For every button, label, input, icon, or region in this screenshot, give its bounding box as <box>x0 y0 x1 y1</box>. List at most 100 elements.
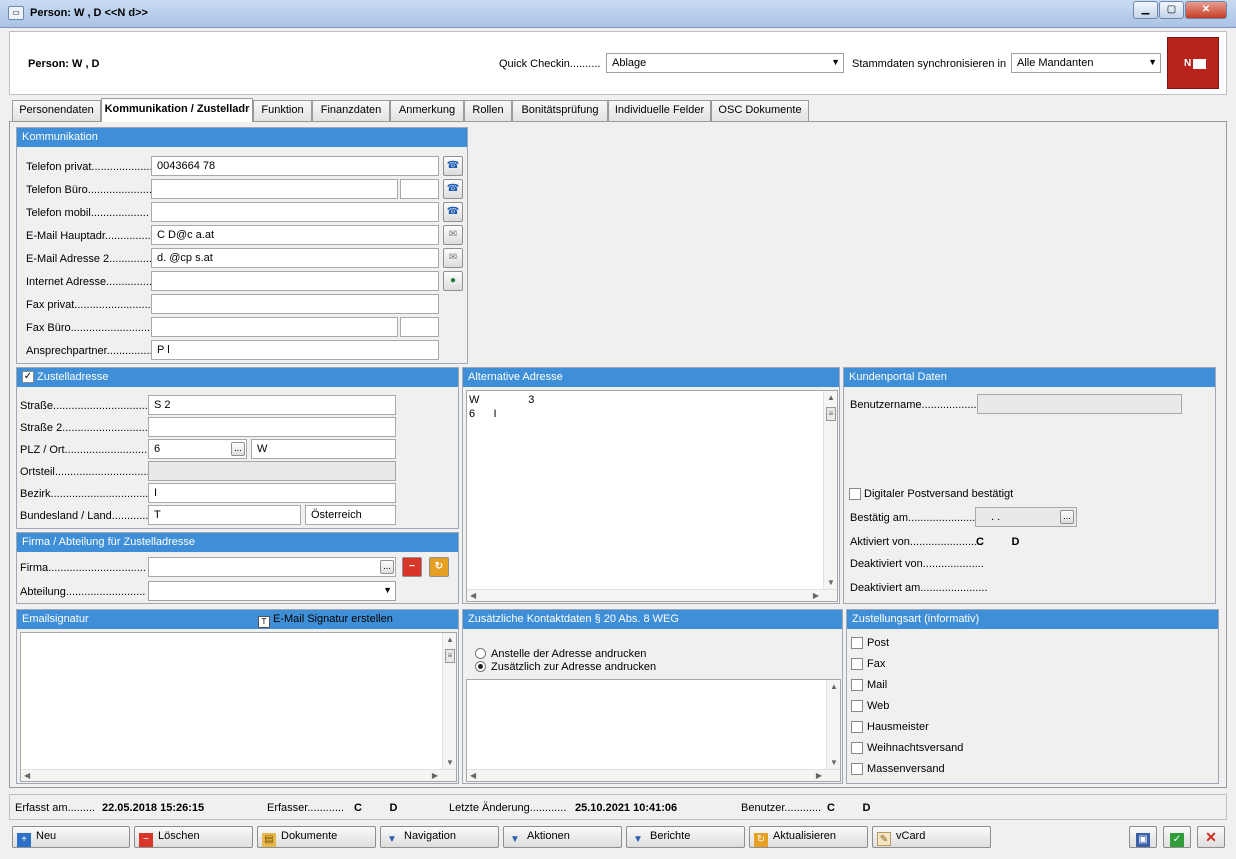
anstelle-radio[interactable] <box>475 648 486 659</box>
chevron-down-icon: ▼ <box>633 834 643 845</box>
telefon-privat-input[interactable]: 0043664 78 <box>151 156 439 176</box>
mail-icon[interactable]: ✉ <box>443 225 463 245</box>
plz-lookup-button[interactable]: ... <box>231 442 245 456</box>
maximize-button[interactable]: ▢ <box>1159 1 1184 19</box>
zusaetzlich-radio[interactable] <box>475 661 486 672</box>
bundesland-input[interactable]: T <box>148 505 301 525</box>
create-signature-button[interactable]: T E-Mail Signatur erstellen <box>258 613 393 628</box>
fax-buero-extension-input[interactable] <box>400 317 439 337</box>
tab-personendaten[interactable]: Personendaten <box>12 100 101 121</box>
tab-funktion[interactable]: Funktion <box>253 100 312 121</box>
minimize-button[interactable]: ▁ <box>1133 1 1158 19</box>
navigation-label: Navigation <box>404 830 456 842</box>
mail-checkbox[interactable] <box>851 679 863 691</box>
create-signature-label: E-Mail Signatur erstellen <box>273 613 393 625</box>
horizontal-scrollbar[interactable]: ◀ ▶ <box>21 769 456 781</box>
emailsignatur-textarea[interactable]: ▲ ≡ ▼ ◀ ▶ <box>20 632 457 782</box>
globe-icon[interactable]: ● <box>443 271 463 291</box>
chevron-down-icon: ▼ <box>387 834 397 845</box>
ortsteil-input[interactable] <box>148 461 396 481</box>
tab-bonitaetspruefung[interactable]: Bonitätsprüfung <box>512 100 608 121</box>
ok-button[interactable]: ✓ <box>1163 826 1191 848</box>
telefon-mobil-input[interactable] <box>151 202 439 222</box>
aktualisieren-button[interactable]: ↻ Aktualisieren <box>749 826 868 848</box>
dokumente-button[interactable]: ▤ Dokumente <box>257 826 376 848</box>
quick-checkin-select[interactable]: Ablage ▼ <box>606 53 844 73</box>
telefon-buero-extension-input[interactable] <box>400 179 439 199</box>
benutzername-input[interactable] <box>977 394 1182 414</box>
internet-adresse-label: Internet Adresse............... <box>26 276 152 288</box>
weihnachtsversand-checkbox[interactable] <box>851 742 863 754</box>
vertical-scrollbar[interactable]: ▲ ▼ <box>826 680 840 769</box>
mail-label: Mail <box>867 679 888 691</box>
emailsignatur-panel: Emailsignatur T E-Mail Signatur erstellen… <box>16 609 459 784</box>
bestaetig-am-label: Bestätig am......................... <box>850 512 985 524</box>
hausmeister-checkbox[interactable] <box>851 721 863 733</box>
phone-icon[interactable]: ☎ <box>443 179 463 199</box>
aktionen-label: Aktionen <box>527 830 570 842</box>
post-label: Post <box>867 637 890 649</box>
tab-kommunikation[interactable]: Kommunikation / Zustelladr <box>101 98 253 122</box>
neu-button[interactable]: + Neu <box>12 826 130 848</box>
horizontal-scrollbar[interactable]: ◀ ▶ <box>467 769 840 781</box>
strasse-input[interactable]: S 2 <box>148 395 396 415</box>
document-icon: T <box>258 616 270 628</box>
alternative-adresse-textarea[interactable]: W 3 6 I ▲ ≡ ▼ ◀ ▶ <box>466 390 838 602</box>
erfasst-am-value: 22.05.2018 15:26:15 <box>102 802 205 814</box>
fax-buero-input[interactable] <box>151 317 398 337</box>
fax-privat-input[interactable] <box>151 294 439 314</box>
massenversand-checkbox[interactable] <box>851 763 863 775</box>
phone-icon[interactable]: ☎ <box>443 156 463 176</box>
fax-privat-label: Fax privat........................... <box>26 299 157 311</box>
tab-osc-dokumente[interactable]: OSC Dokumente <box>711 100 809 121</box>
web-checkbox[interactable] <box>851 700 863 712</box>
vcard-icon: ✎ <box>877 832 891 846</box>
tab-rollen[interactable]: Rollen <box>464 100 512 121</box>
person-name-label: Person: W , D <box>28 58 100 70</box>
aktionen-button[interactable]: ▼ Aktionen <box>503 826 622 848</box>
zusaetzliche-kontaktdaten-textarea[interactable]: ▲ ▼ ◀ ▶ <box>466 679 841 782</box>
window-title: Person: W , D <<N d>> <box>30 7 148 19</box>
window-menu-icon[interactable]: ▭ <box>8 6 24 20</box>
bezirk-input[interactable]: I <box>148 483 396 503</box>
refresh-firma-button[interactable]: ↻ <box>429 557 449 577</box>
ort-input[interactable]: W <box>251 439 396 459</box>
vertical-scrollbar[interactable]: ▲ ≡ ▼ <box>823 391 837 589</box>
cancel-button[interactable]: ✕ <box>1197 826 1225 848</box>
close-window-button[interactable]: ✕ <box>1185 1 1227 19</box>
vcard-button[interactable]: ✎ vCard <box>872 826 991 848</box>
zustelladresse-checkbox[interactable]: ✓ <box>22 371 34 383</box>
sync-select[interactable]: Alle Mandanten ▼ <box>1011 53 1161 73</box>
land-input[interactable]: Österreich <box>305 505 396 525</box>
phone-icon[interactable]: ☎ <box>443 202 463 222</box>
benutzer-label: Benutzer............ <box>741 802 822 814</box>
postversand-checkbox[interactable] <box>849 488 861 500</box>
neu-label: Neu <box>36 830 57 842</box>
fax-checkbox[interactable] <box>851 658 863 670</box>
email-hauptadr-input[interactable]: C D@c a.at <box>151 225 439 245</box>
remove-firma-button[interactable]: − <box>402 557 422 577</box>
abteilung-select[interactable]: ▼ <box>148 581 396 601</box>
mail-icon[interactable]: ✉ <box>443 248 463 268</box>
horizontal-scrollbar[interactable]: ◀ ▶ <box>467 589 837 601</box>
firma-input[interactable] <box>148 557 396 577</box>
tab-finanzdaten[interactable]: Finanzdaten <box>312 100 390 121</box>
internet-adresse-input[interactable] <box>151 271 439 291</box>
zustellungsart-title: Zustellungsart (informativ) <box>847 610 1218 629</box>
firma-lookup-button[interactable]: ... <box>380 560 394 574</box>
post-checkbox[interactable] <box>851 637 863 649</box>
tab-anmerkung[interactable]: Anmerkung <box>390 100 464 121</box>
berichte-button[interactable]: ▼ Berichte <box>626 826 745 848</box>
tab-individuelle-felder[interactable]: Individuelle Felder <box>608 100 711 121</box>
zusaetzliche-kontaktdaten-panel: Zusätzliche Kontaktdaten § 20 Abs. 8 WEG… <box>462 609 843 784</box>
vertical-scrollbar[interactable]: ▲ ≡ ▼ <box>442 633 456 769</box>
strasse2-input[interactable] <box>148 417 396 437</box>
save-button[interactable]: ▣ <box>1129 826 1157 848</box>
telefon-buero-input[interactable] <box>151 179 398 199</box>
alternative-adresse-line2: 6 I <box>469 408 497 420</box>
calendar-icon[interactable]: ... <box>1060 510 1074 524</box>
navigation-button[interactable]: ▼ Navigation <box>380 826 499 848</box>
email-adresse2-input[interactable]: d. @cp s.at <box>151 248 439 268</box>
loeschen-button[interactable]: − Löschen <box>134 826 253 848</box>
ansprechpartner-input[interactable]: P l <box>151 340 439 360</box>
